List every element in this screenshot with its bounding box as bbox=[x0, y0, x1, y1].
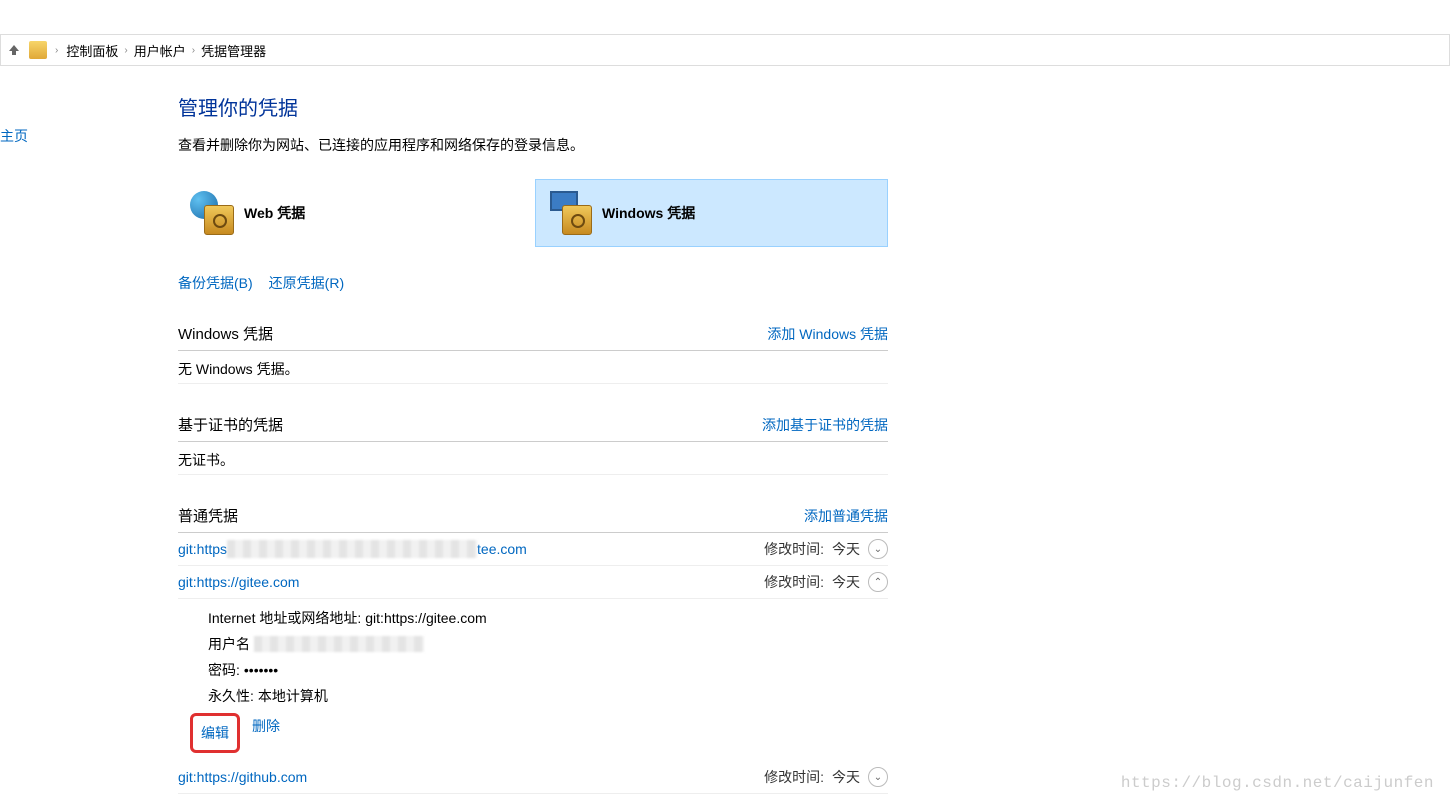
credential-row[interactable]: git:httpstee.com 修改时间: 今天 ⌄ bbox=[178, 533, 888, 566]
modified-value: 今天 bbox=[832, 539, 860, 559]
folder-icon bbox=[29, 41, 47, 59]
breadcrumb-item[interactable]: 控制面板 bbox=[66, 41, 118, 60]
credential-name: git:https://github.com bbox=[178, 769, 307, 785]
empty-message: 无 Windows 凭据。 bbox=[178, 351, 888, 384]
main-content: 管理你的凭据 查看并删除你为网站、已连接的应用程序和网络保存的登录信息。 Web… bbox=[178, 92, 888, 794]
modified-value: 今天 bbox=[832, 572, 860, 592]
modified-label: 修改时间: bbox=[764, 539, 824, 559]
category-web-credentials[interactable]: Web 凭据 bbox=[178, 179, 529, 247]
section-header-cert: 基于证书的凭据 添加基于证书的凭据 bbox=[178, 396, 888, 442]
chevron-right-icon: › bbox=[55, 45, 58, 56]
add-cert-credential-link[interactable]: 添加基于证书的凭据 bbox=[762, 415, 888, 435]
delete-credential-link[interactable]: 删除 bbox=[252, 713, 280, 753]
detail-password-label: 密码: bbox=[208, 657, 240, 683]
breadcrumb-item[interactable]: 用户帐户 bbox=[134, 41, 186, 60]
edit-highlight: 编辑 bbox=[190, 713, 240, 753]
detail-addr-label: Internet 地址或网络地址: bbox=[208, 605, 361, 631]
page-title: 管理你的凭据 bbox=[178, 92, 888, 121]
add-generic-credential-link[interactable]: 添加普通凭据 bbox=[804, 506, 888, 526]
category-label: Web 凭据 bbox=[244, 203, 305, 223]
backup-credentials-link[interactable]: 备份凭据(B) bbox=[178, 273, 253, 293]
section-header-generic: 普通凭据 添加普通凭据 bbox=[178, 487, 888, 533]
empty-message: 无证书。 bbox=[178, 442, 888, 475]
detail-addr-value: git:https://gitee.com bbox=[365, 605, 486, 631]
redacted-text bbox=[227, 540, 477, 558]
sidebar-home-link[interactable]: 主页 bbox=[0, 122, 28, 150]
chevron-down-icon[interactable]: ⌄ bbox=[868, 767, 888, 787]
credential-row[interactable]: git:https://github.com 修改时间: 今天 ⌄ bbox=[178, 761, 888, 794]
redacted-text bbox=[254, 636, 424, 652]
section-title: 普通凭据 bbox=[178, 505, 238, 526]
add-windows-credential-link[interactable]: 添加 Windows 凭据 bbox=[767, 324, 888, 344]
restore-credentials-link[interactable]: 还原凭据(R) bbox=[269, 273, 344, 293]
chevron-up-icon[interactable]: ⌃ bbox=[868, 572, 888, 592]
chevron-right-icon: › bbox=[124, 45, 127, 56]
page-subtitle: 查看并删除你为网站、已连接的应用程序和网络保存的登录信息。 bbox=[178, 135, 888, 155]
detail-persist-value: 本地计算机 bbox=[258, 683, 328, 709]
modified-value: 今天 bbox=[832, 767, 860, 787]
section-title: Windows 凭据 bbox=[178, 323, 273, 344]
up-arrow-icon[interactable] bbox=[7, 43, 21, 57]
breadcrumb-item[interactable]: 凭据管理器 bbox=[201, 41, 266, 60]
credential-name: git:httpstee.com bbox=[178, 540, 527, 558]
credential-name: git:https://gitee.com bbox=[178, 574, 299, 590]
credential-row[interactable]: git:https://gitee.com 修改时间: 今天 ⌃ bbox=[178, 566, 888, 599]
category-row: Web 凭据 Windows 凭据 bbox=[178, 179, 888, 247]
watermark: https://blog.csdn.net/caijunfen bbox=[1121, 774, 1434, 792]
modified-label: 修改时间: bbox=[764, 767, 824, 787]
category-windows-credentials[interactable]: Windows 凭据 bbox=[535, 179, 888, 247]
modified-label: 修改时间: bbox=[764, 572, 824, 592]
breadcrumb: 控制面板 › 用户帐户 › 凭据管理器 bbox=[66, 41, 266, 60]
backup-restore-links: 备份凭据(B) 还原凭据(R) bbox=[178, 273, 888, 293]
web-credentials-icon bbox=[190, 191, 234, 235]
section-header-windows: Windows 凭据 添加 Windows 凭据 bbox=[178, 305, 888, 351]
edit-credential-link[interactable]: 编辑 bbox=[201, 725, 229, 741]
detail-user-label: 用户名 bbox=[208, 631, 250, 657]
section-title: 基于证书的凭据 bbox=[178, 414, 283, 435]
category-label: Windows 凭据 bbox=[602, 203, 695, 223]
windows-credentials-icon bbox=[548, 191, 592, 235]
address-bar: › 控制面板 › 用户帐户 › 凭据管理器 bbox=[0, 34, 1450, 66]
detail-persist-label: 永久性: bbox=[208, 683, 254, 709]
credential-detail: Internet 地址或网络地址: git:https://gitee.com … bbox=[178, 599, 888, 761]
chevron-down-icon[interactable]: ⌄ bbox=[868, 539, 888, 559]
chevron-right-icon: › bbox=[192, 45, 195, 56]
detail-password-value: ••••••• bbox=[244, 657, 278, 683]
